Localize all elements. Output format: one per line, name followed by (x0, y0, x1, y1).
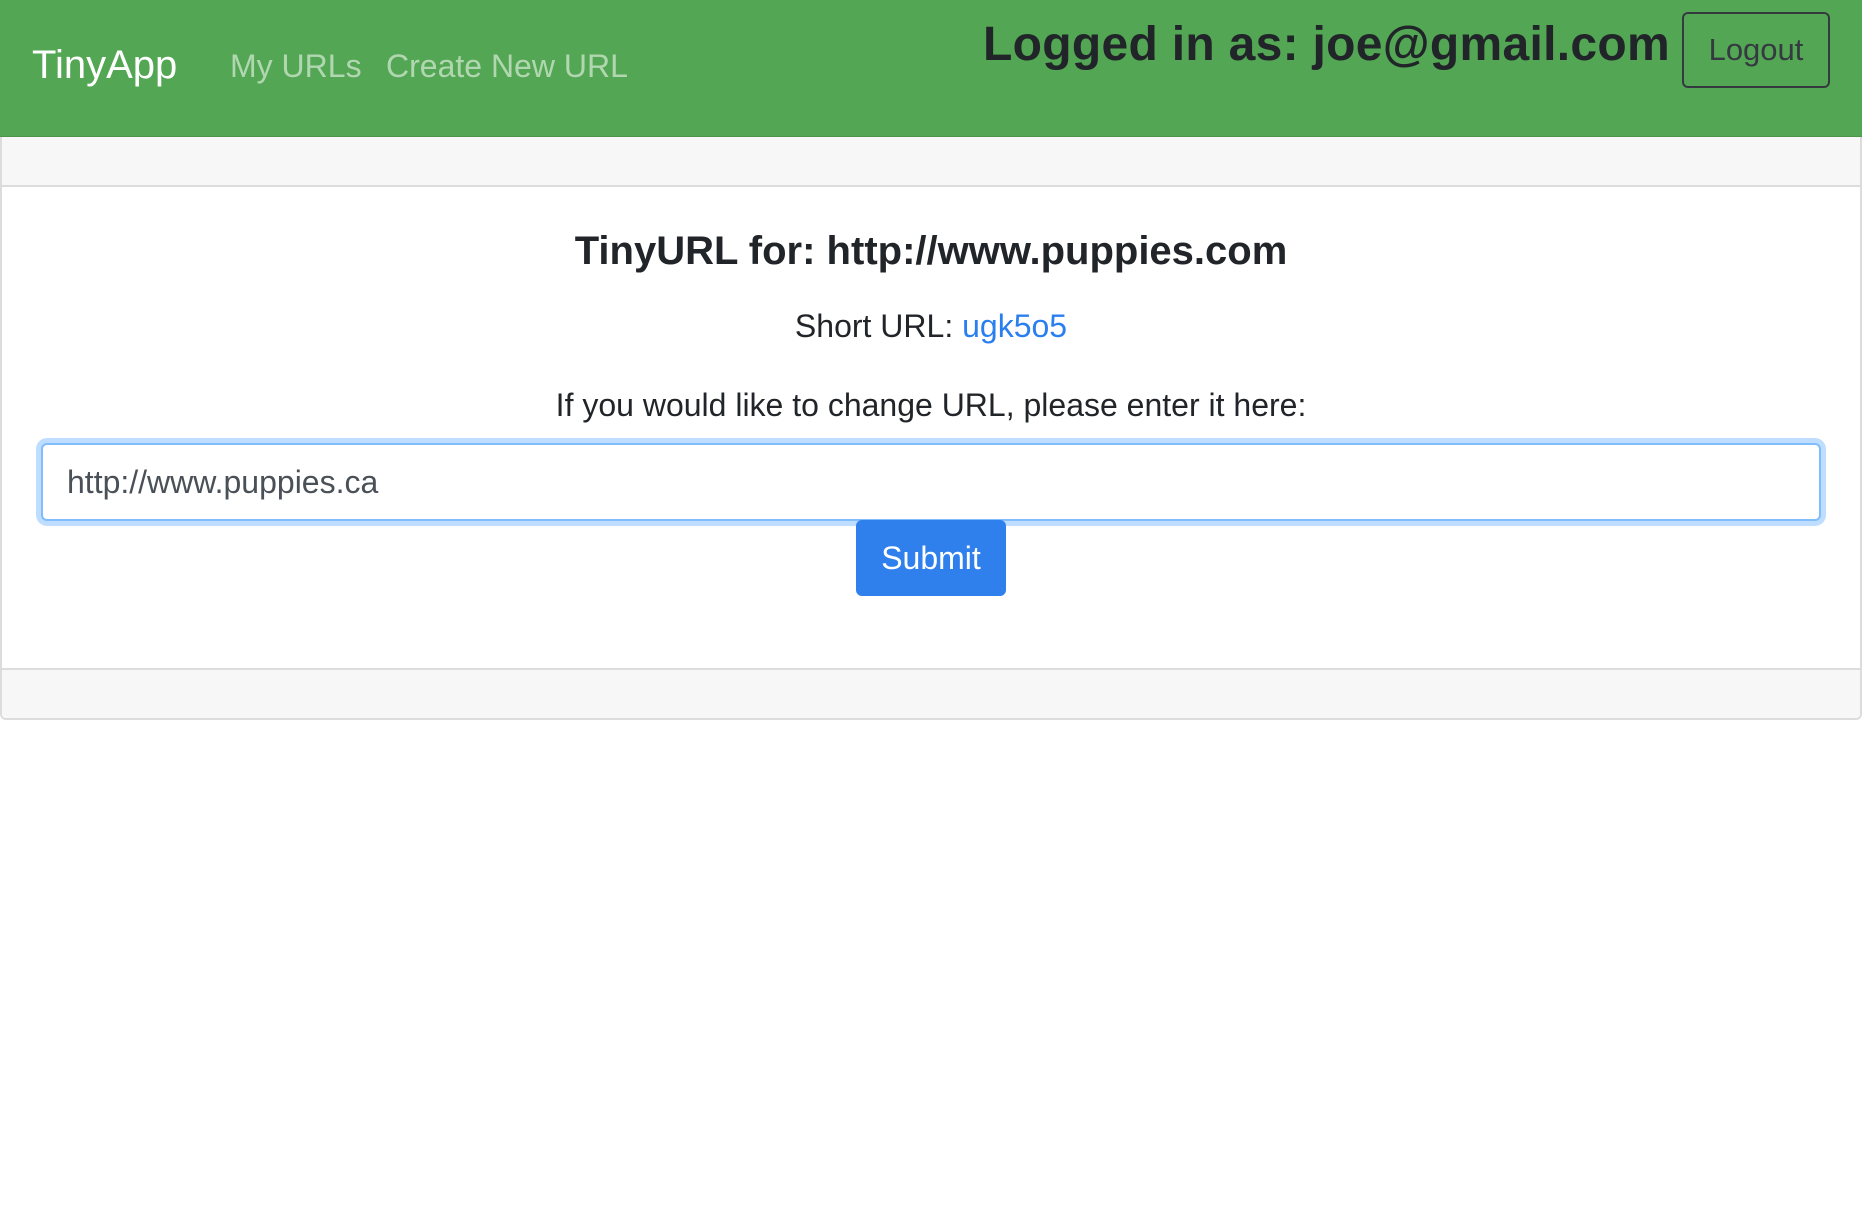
brand-link[interactable]: TinyApp (32, 40, 177, 90)
navbar: TinyApp My URLs Create New URL Logged in… (0, 0, 1862, 137)
nav-link-create-new-url[interactable]: Create New URL (386, 46, 628, 86)
submit-button[interactable]: Submit (856, 520, 1006, 596)
url-card (0, 137, 1862, 720)
change-url-label: If you would like to change URL, please … (555, 387, 1307, 423)
logout-button[interactable]: Logout (1682, 12, 1830, 88)
card-footer (2, 668, 1860, 718)
page-title: TinyURL for: http://www.puppies.com (574, 229, 1288, 273)
login-status-text: Logged in as: joe@gmail.com (983, 18, 1670, 71)
card-header (2, 137, 1860, 187)
short-url-label: Short URL: (794, 308, 963, 344)
short-url-link[interactable]: ugk5o5 (962, 308, 1067, 344)
long-url-input[interactable] (41, 443, 1821, 521)
nav-link-my-urls[interactable]: My URLs (230, 46, 362, 86)
short-url-line: Short URL: ugk5o5 (0, 305, 1862, 347)
